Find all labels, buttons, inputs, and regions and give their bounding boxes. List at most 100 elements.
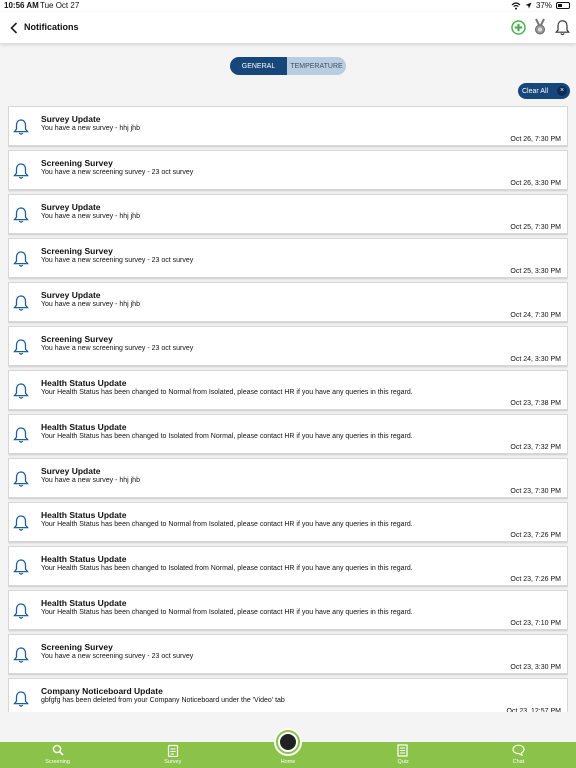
nav-item-screening[interactable]: Screening	[0, 742, 115, 768]
clear-all-button[interactable]: Clear All ×	[518, 83, 570, 99]
notification-card[interactable]: Health Status Update Your Health Status h…	[8, 546, 568, 586]
notification-title: Screening Survey	[41, 158, 113, 168]
notification-time: Oct 26, 7:30 PM	[510, 136, 561, 143]
bell-icon	[13, 382, 29, 400]
notification-message: Your Health Status has been changed to N…	[41, 521, 413, 528]
nav-item-quiz[interactable]: Quiz	[346, 742, 461, 768]
notification-card[interactable]: Survey Update You have a new survey - hhj…	[8, 282, 568, 322]
notification-title: Screening Survey	[41, 246, 113, 256]
bell-icon	[13, 426, 29, 444]
notification-time: Oct 23, 7:30 PM	[510, 488, 561, 495]
notification-title: Health Status Update	[41, 378, 127, 388]
add-circle-icon	[510, 19, 526, 35]
nav-label: Home	[280, 759, 296, 765]
notification-title: Survey Update	[41, 202, 101, 212]
nav-item-survey[interactable]: Survey	[115, 742, 230, 768]
clipboard-icon	[167, 744, 179, 758]
battery-icon	[556, 2, 570, 9]
notification-title: Survey Update	[41, 290, 101, 300]
notification-time: Oct 24, 3:30 PM	[510, 356, 561, 363]
tab-bar: GENERAL TEMPERATURE	[230, 57, 346, 75]
notification-time: Oct 23, 7:26 PM	[510, 532, 561, 539]
notification-message: gbfgfg has been deleted from your Compan…	[41, 697, 285, 704]
notifications-button[interactable]	[554, 18, 570, 36]
status-date: Tue Oct 27	[40, 1, 80, 10]
notification-title: Health Status Update	[41, 554, 127, 564]
status-bar: 10:56 AM Tue Oct 27 37%	[0, 0, 576, 12]
bell-icon	[13, 118, 29, 136]
notification-card[interactable]: Screening Survey You have a new screening…	[8, 238, 568, 278]
header: Notifications	[0, 12, 576, 44]
notification-time: Oct 23, 7:38 PM	[510, 400, 561, 407]
notification-message: You have a new screening survey - 23 oct…	[41, 345, 194, 352]
bell-icon	[13, 690, 29, 708]
bottom-nav: Screening Survey Home Quiz Chat	[0, 728, 576, 768]
nav-label: Screening	[45, 759, 70, 765]
notification-card[interactable]: Health Status Update Your Health Status h…	[8, 370, 568, 410]
notification-title: Survey Update	[41, 466, 101, 476]
notification-title: Screening Survey	[41, 642, 113, 652]
bell-icon	[13, 206, 29, 224]
notification-title: Survey Update	[41, 114, 101, 124]
status-indicators: 37%	[511, 1, 570, 10]
wifi-icon	[511, 1, 521, 10]
nav-item-home[interactable]: Home	[230, 728, 345, 768]
bell-icon	[13, 294, 29, 312]
tab-general[interactable]: GENERAL	[230, 57, 287, 75]
bell-icon	[13, 470, 29, 488]
location-icon	[525, 2, 532, 9]
notification-message: You have a new screening survey - 23 oct…	[41, 653, 194, 660]
home-icon	[274, 728, 302, 756]
notification-card[interactable]: Survey Update You have a new survey - hhj…	[8, 194, 568, 234]
notification-card[interactable]: Health Status Update Your Health Status h…	[8, 414, 568, 454]
notification-message: You have a new survey - hhj jhb	[41, 213, 140, 220]
notification-message: Your Health Status has been changed to I…	[41, 433, 413, 440]
notification-message: Your Health Status has been changed to I…	[41, 565, 413, 572]
notification-title: Health Status Update	[41, 598, 127, 608]
bell-icon	[13, 646, 29, 664]
notification-message: You have a new screening survey - 23 oct…	[41, 257, 194, 264]
add-button[interactable]	[510, 18, 526, 36]
chevron-left-icon	[10, 22, 18, 34]
document-icon	[397, 744, 409, 757]
notification-message: You have a new survey - hhj jhb	[41, 477, 140, 484]
bell-icon	[13, 602, 29, 620]
notification-title: Health Status Update	[41, 422, 127, 432]
notification-message: You have a new screening survey - 23 oct…	[41, 169, 194, 176]
tab-temperature[interactable]: TEMPERATURE	[287, 57, 346, 75]
bell-icon	[13, 250, 29, 268]
nav-item-chat[interactable]: Chat	[461, 742, 576, 768]
bell-icon	[13, 162, 29, 180]
notification-title: Screening Survey	[41, 334, 113, 344]
close-icon: ×	[557, 86, 567, 96]
notification-card[interactable]: Survey Update You have a new survey - hhj…	[8, 458, 568, 498]
notification-card[interactable]: Screening Survey You have a new screening…	[8, 634, 568, 674]
notification-message: Your Health Status has been changed to N…	[41, 609, 413, 616]
bell-icon	[13, 338, 29, 356]
notification-card[interactable]: Health Status Update Your Health Status h…	[8, 590, 568, 630]
notification-card[interactable]: Survey Update You have a new survey - hhj…	[8, 106, 568, 146]
badge-button[interactable]	[532, 18, 548, 36]
notification-time: Oct 23, 7:32 PM	[510, 444, 561, 451]
notification-list: Survey Update You have a new survey - hhj…	[8, 106, 568, 712]
nav-label: Chat	[512, 759, 525, 765]
notification-card[interactable]: Screening Survey You have a new screening…	[8, 150, 568, 190]
chat-icon	[512, 744, 525, 757]
battery-percent: 37%	[535, 1, 552, 10]
notification-message: Your Health Status has been changed to N…	[41, 389, 413, 396]
notification-card[interactable]: Health Status Update Your Health Status h…	[8, 502, 568, 542]
back-button[interactable]	[6, 18, 22, 38]
nav-label: Survey	[164, 759, 182, 765]
notification-card[interactable]: Screening Survey You have a new screening…	[8, 326, 568, 366]
clear-all-label: Clear All	[522, 87, 549, 95]
medal-icon	[535, 18, 545, 35]
notification-message: You have a new survey - hhj jhb	[41, 125, 140, 132]
notification-message: You have a new survey - hhj jhb	[41, 301, 140, 308]
notification-card[interactable]: Company Noticeboard Update gbfgfg has bee…	[8, 678, 568, 712]
nav-label: Quiz	[397, 759, 409, 765]
notification-time: Oct 25, 7:30 PM	[510, 224, 561, 231]
notification-time: Oct 23, 3:30 PM	[510, 664, 561, 671]
notification-time: Oct 23, 7:10 PM	[510, 620, 561, 627]
bell-icon	[13, 558, 29, 576]
notification-time: Oct 23, 12:57 PM	[506, 708, 561, 712]
